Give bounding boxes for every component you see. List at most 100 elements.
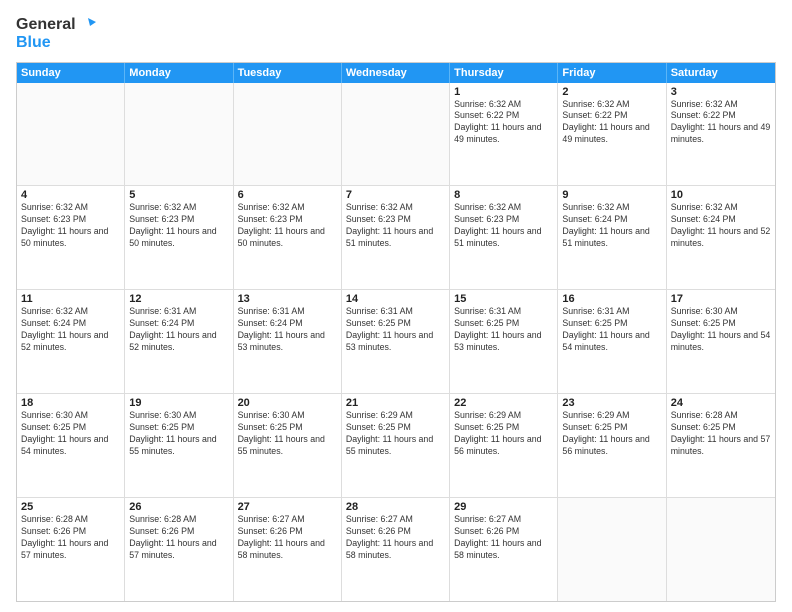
day-info: Sunrise: 6:32 AM Sunset: 6:23 PM Dayligh… — [129, 202, 228, 250]
calendar-row-3: 11 Sunrise: 6:32 AM Sunset: 6:24 PM Dayl… — [17, 290, 775, 394]
day-info: Sunrise: 6:32 AM Sunset: 6:24 PM Dayligh… — [671, 202, 771, 250]
day-number: 14 — [346, 293, 445, 305]
calendar-cell-5-3: 27 Sunrise: 6:27 AM Sunset: 6:26 PM Dayl… — [234, 498, 342, 601]
calendar-cell-1-3 — [234, 83, 342, 186]
day-number: 22 — [454, 397, 553, 409]
calendar-row-2: 4 Sunrise: 6:32 AM Sunset: 6:23 PM Dayli… — [17, 186, 775, 290]
header-friday: Friday — [558, 63, 666, 83]
day-number: 17 — [671, 293, 771, 305]
day-number: 25 — [21, 501, 120, 513]
day-number: 24 — [671, 397, 771, 409]
calendar-cell-4-2: 19 Sunrise: 6:30 AM Sunset: 6:25 PM Dayl… — [125, 394, 233, 497]
day-info: Sunrise: 6:31 AM Sunset: 6:24 PM Dayligh… — [129, 306, 228, 354]
day-number: 16 — [562, 293, 661, 305]
calendar-cell-3-6: 16 Sunrise: 6:31 AM Sunset: 6:25 PM Dayl… — [558, 290, 666, 393]
day-info: Sunrise: 6:32 AM Sunset: 6:24 PM Dayligh… — [562, 202, 661, 250]
page: General Blue SundayMondayTuesdayWednesda… — [0, 0, 792, 612]
day-info: Sunrise: 6:32 AM Sunset: 6:22 PM Dayligh… — [454, 99, 553, 147]
day-number: 11 — [21, 293, 120, 305]
calendar-cell-2-1: 4 Sunrise: 6:32 AM Sunset: 6:23 PM Dayli… — [17, 186, 125, 289]
day-number: 5 — [129, 189, 228, 201]
header-wednesday: Wednesday — [342, 63, 450, 83]
day-info: Sunrise: 6:32 AM Sunset: 6:22 PM Dayligh… — [562, 99, 661, 147]
logo-general: General — [16, 16, 76, 34]
day-info: Sunrise: 6:32 AM Sunset: 6:23 PM Dayligh… — [454, 202, 553, 250]
calendar-cell-4-1: 18 Sunrise: 6:30 AM Sunset: 6:25 PM Dayl… — [17, 394, 125, 497]
day-info: Sunrise: 6:30 AM Sunset: 6:25 PM Dayligh… — [21, 410, 120, 458]
calendar-row-4: 18 Sunrise: 6:30 AM Sunset: 6:25 PM Dayl… — [17, 394, 775, 498]
logo-bird-icon — [78, 16, 96, 34]
day-info: Sunrise: 6:27 AM Sunset: 6:26 PM Dayligh… — [238, 514, 337, 562]
calendar-cell-2-3: 6 Sunrise: 6:32 AM Sunset: 6:23 PM Dayli… — [234, 186, 342, 289]
calendar-cell-2-4: 7 Sunrise: 6:32 AM Sunset: 6:23 PM Dayli… — [342, 186, 450, 289]
day-number: 27 — [238, 501, 337, 513]
calendar-cell-1-5: 1 Sunrise: 6:32 AM Sunset: 6:22 PM Dayli… — [450, 83, 558, 186]
day-info: Sunrise: 6:30 AM Sunset: 6:25 PM Dayligh… — [238, 410, 337, 458]
day-info: Sunrise: 6:28 AM Sunset: 6:25 PM Dayligh… — [671, 410, 771, 458]
header-monday: Monday — [125, 63, 233, 83]
day-number: 21 — [346, 397, 445, 409]
day-info: Sunrise: 6:32 AM Sunset: 6:23 PM Dayligh… — [346, 202, 445, 250]
day-number: 6 — [238, 189, 337, 201]
day-info: Sunrise: 6:31 AM Sunset: 6:24 PM Dayligh… — [238, 306, 337, 354]
calendar-cell-1-4 — [342, 83, 450, 186]
calendar-cell-2-5: 8 Sunrise: 6:32 AM Sunset: 6:23 PM Dayli… — [450, 186, 558, 289]
day-number: 9 — [562, 189, 661, 201]
calendar-cell-3-1: 11 Sunrise: 6:32 AM Sunset: 6:24 PM Dayl… — [17, 290, 125, 393]
calendar-cell-3-7: 17 Sunrise: 6:30 AM Sunset: 6:25 PM Dayl… — [667, 290, 775, 393]
calendar-cell-3-3: 13 Sunrise: 6:31 AM Sunset: 6:24 PM Dayl… — [234, 290, 342, 393]
day-number: 13 — [238, 293, 337, 305]
header-thursday: Thursday — [450, 63, 558, 83]
day-number: 18 — [21, 397, 120, 409]
day-info: Sunrise: 6:28 AM Sunset: 6:26 PM Dayligh… — [129, 514, 228, 562]
calendar-row-5: 25 Sunrise: 6:28 AM Sunset: 6:26 PM Dayl… — [17, 498, 775, 601]
calendar-row-1: 1 Sunrise: 6:32 AM Sunset: 6:22 PM Dayli… — [17, 83, 775, 187]
day-number: 29 — [454, 501, 553, 513]
calendar-cell-2-2: 5 Sunrise: 6:32 AM Sunset: 6:23 PM Dayli… — [125, 186, 233, 289]
day-info: Sunrise: 6:32 AM Sunset: 6:23 PM Dayligh… — [238, 202, 337, 250]
calendar-cell-5-7 — [667, 498, 775, 601]
day-number: 15 — [454, 293, 553, 305]
day-info: Sunrise: 6:30 AM Sunset: 6:25 PM Dayligh… — [671, 306, 771, 354]
logo-blue: Blue — [16, 34, 96, 52]
day-number: 19 — [129, 397, 228, 409]
day-number: 10 — [671, 189, 771, 201]
header-sunday: Sunday — [17, 63, 125, 83]
calendar-cell-4-7: 24 Sunrise: 6:28 AM Sunset: 6:25 PM Dayl… — [667, 394, 775, 497]
day-info: Sunrise: 6:28 AM Sunset: 6:26 PM Dayligh… — [21, 514, 120, 562]
calendar-cell-2-7: 10 Sunrise: 6:32 AM Sunset: 6:24 PM Dayl… — [667, 186, 775, 289]
day-number: 4 — [21, 189, 120, 201]
calendar-cell-4-5: 22 Sunrise: 6:29 AM Sunset: 6:25 PM Dayl… — [450, 394, 558, 497]
header-tuesday: Tuesday — [234, 63, 342, 83]
day-number: 7 — [346, 189, 445, 201]
calendar-cell-3-5: 15 Sunrise: 6:31 AM Sunset: 6:25 PM Dayl… — [450, 290, 558, 393]
day-number: 2 — [562, 86, 661, 98]
day-number: 20 — [238, 397, 337, 409]
day-number: 3 — [671, 86, 771, 98]
day-info: Sunrise: 6:30 AM Sunset: 6:25 PM Dayligh… — [129, 410, 228, 458]
day-number: 1 — [454, 86, 553, 98]
calendar-cell-5-6 — [558, 498, 666, 601]
day-info: Sunrise: 6:31 AM Sunset: 6:25 PM Dayligh… — [454, 306, 553, 354]
day-number: 12 — [129, 293, 228, 305]
calendar-cell-5-5: 29 Sunrise: 6:27 AM Sunset: 6:26 PM Dayl… — [450, 498, 558, 601]
day-info: Sunrise: 6:32 AM Sunset: 6:23 PM Dayligh… — [21, 202, 120, 250]
day-info: Sunrise: 6:29 AM Sunset: 6:25 PM Dayligh… — [346, 410, 445, 458]
day-number: 8 — [454, 189, 553, 201]
calendar-cell-1-2 — [125, 83, 233, 186]
day-info: Sunrise: 6:32 AM Sunset: 6:22 PM Dayligh… — [671, 99, 771, 147]
header: General Blue — [16, 16, 776, 52]
calendar-cell-5-2: 26 Sunrise: 6:28 AM Sunset: 6:26 PM Dayl… — [125, 498, 233, 601]
calendar-cell-5-4: 28 Sunrise: 6:27 AM Sunset: 6:26 PM Dayl… — [342, 498, 450, 601]
calendar-cell-1-7: 3 Sunrise: 6:32 AM Sunset: 6:22 PM Dayli… — [667, 83, 775, 186]
calendar-cell-1-6: 2 Sunrise: 6:32 AM Sunset: 6:22 PM Dayli… — [558, 83, 666, 186]
day-info: Sunrise: 6:27 AM Sunset: 6:26 PM Dayligh… — [346, 514, 445, 562]
calendar: SundayMondayTuesdayWednesdayThursdayFrid… — [16, 62, 776, 602]
calendar-cell-2-6: 9 Sunrise: 6:32 AM Sunset: 6:24 PM Dayli… — [558, 186, 666, 289]
calendar-cell-4-6: 23 Sunrise: 6:29 AM Sunset: 6:25 PM Dayl… — [558, 394, 666, 497]
day-info: Sunrise: 6:31 AM Sunset: 6:25 PM Dayligh… — [346, 306, 445, 354]
day-info: Sunrise: 6:29 AM Sunset: 6:25 PM Dayligh… — [454, 410, 553, 458]
calendar-cell-4-4: 21 Sunrise: 6:29 AM Sunset: 6:25 PM Dayl… — [342, 394, 450, 497]
calendar-cell-4-3: 20 Sunrise: 6:30 AM Sunset: 6:25 PM Dayl… — [234, 394, 342, 497]
calendar-cell-1-1 — [17, 83, 125, 186]
